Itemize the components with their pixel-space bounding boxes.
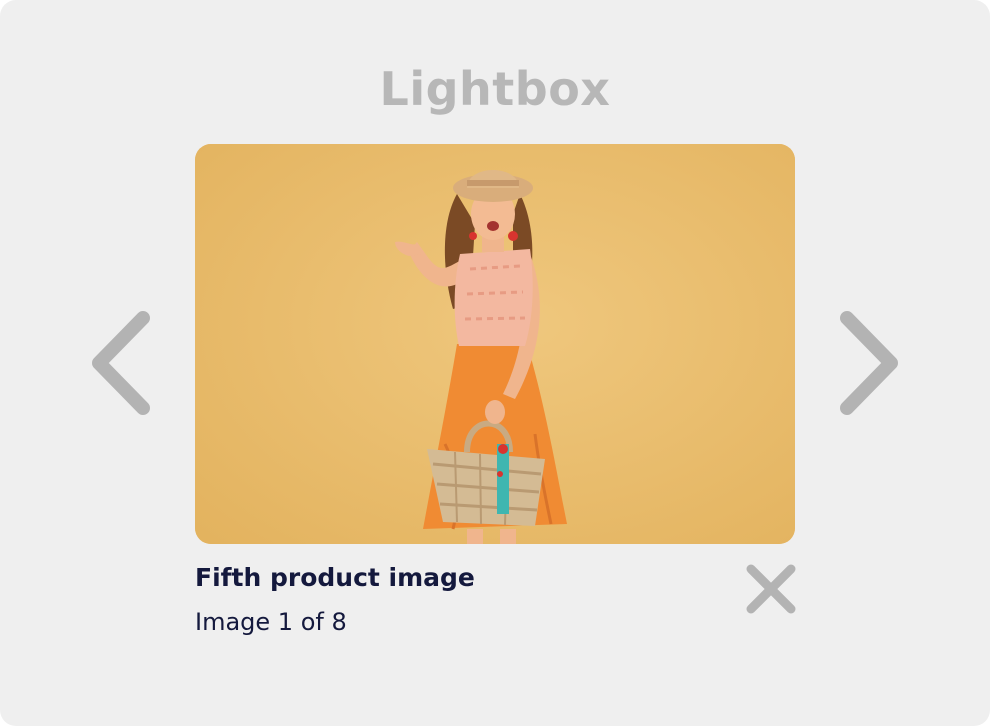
close-button[interactable]	[742, 560, 800, 618]
image-counter: Image 1 of 8	[195, 608, 347, 636]
close-icon	[746, 564, 796, 614]
image-caption-title: Fifth product image	[195, 563, 475, 592]
lightbox-title: Lightbox	[379, 62, 611, 116]
lightbox-container: Lightbox Fifth product image Image 1 of …	[0, 0, 990, 726]
lightbox-image	[195, 144, 795, 544]
chevron-right-icon	[840, 311, 898, 415]
next-button[interactable]	[835, 308, 905, 418]
previous-button[interactable]	[85, 308, 155, 418]
chevron-left-icon	[92, 311, 150, 415]
